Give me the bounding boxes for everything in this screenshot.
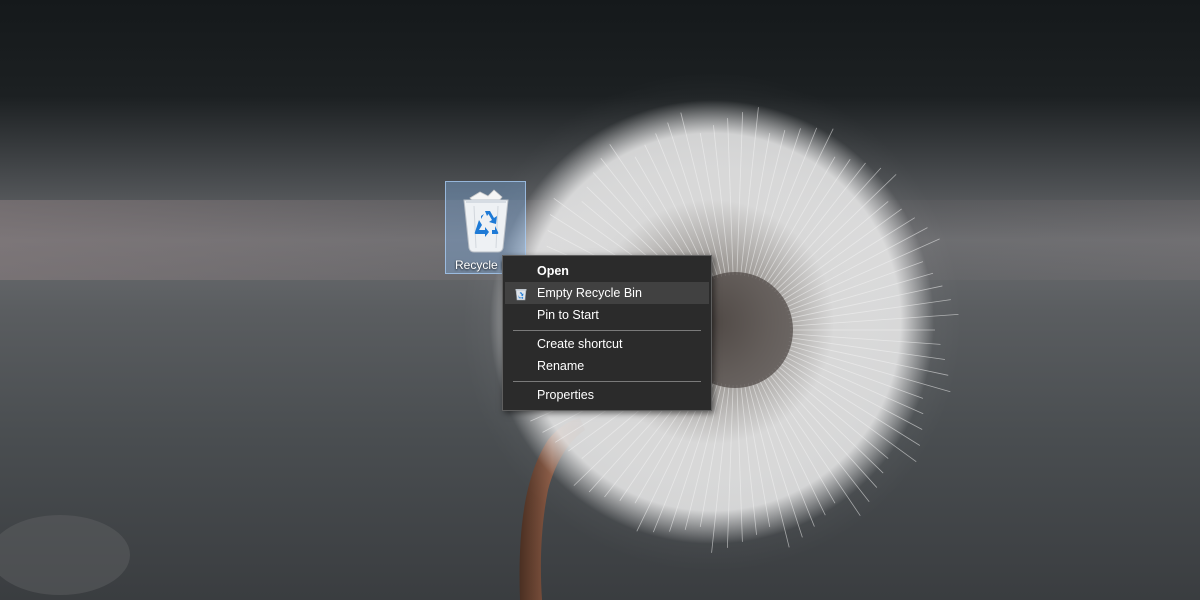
menu-item-empty-recycle-bin[interactable]: Empty Recycle Bin <box>505 282 709 304</box>
context-menu: Open Empty Recycle Bin Pin to Start Crea… <box>502 255 712 411</box>
menu-item-open[interactable]: Open <box>505 260 709 282</box>
menu-item-properties[interactable]: Properties <box>505 384 709 406</box>
menu-item-rename-label: Rename <box>537 359 585 373</box>
menu-item-pin-to-start-label: Pin to Start <box>537 308 599 322</box>
menu-item-rename[interactable]: Rename <box>505 355 709 377</box>
menu-item-empty-recycle-bin-label: Empty Recycle Bin <box>537 286 642 300</box>
recycle-bin-icon <box>514 286 528 301</box>
menu-separator <box>513 330 701 331</box>
menu-item-open-label: Open <box>537 264 569 278</box>
menu-item-pin-to-start[interactable]: Pin to Start <box>505 304 709 326</box>
recycle-bin-full-icon <box>454 186 518 256</box>
menu-item-create-shortcut[interactable]: Create shortcut <box>505 333 709 355</box>
menu-item-create-shortcut-label: Create shortcut <box>537 337 623 351</box>
menu-separator <box>513 381 701 382</box>
menu-item-properties-label: Properties <box>537 388 594 402</box>
